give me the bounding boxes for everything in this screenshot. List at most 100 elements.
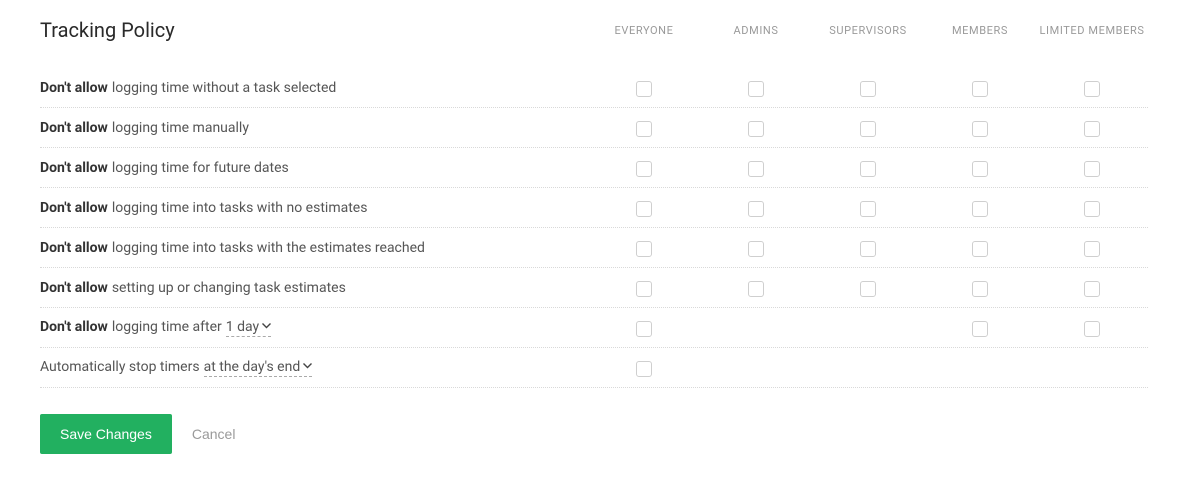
rule-prefix: Don't allow <box>40 80 108 96</box>
checkbox[interactable] <box>636 121 652 137</box>
checkbox-cell <box>588 118 700 137</box>
checkbox-cell <box>588 158 700 177</box>
checkbox[interactable] <box>972 161 988 177</box>
checkbox-cell <box>812 278 924 297</box>
save-button[interactable]: Save Changes <box>40 414 172 454</box>
rule-prefix: Don't allow <box>40 120 108 136</box>
checkbox-cell <box>588 238 700 257</box>
checkbox-cell <box>924 158 1036 177</box>
checkbox[interactable] <box>636 281 652 297</box>
checkbox-cell <box>812 158 924 177</box>
checkbox-cell <box>700 238 812 257</box>
checkbox[interactable] <box>860 121 876 137</box>
rule-select-value: at the day's end <box>204 359 301 375</box>
checkbox-cell <box>1036 278 1148 297</box>
rule-text: logging time into tasks with no estimate… <box>112 200 368 216</box>
rule-prefix: Don't allow <box>40 200 108 216</box>
checkbox[interactable] <box>748 201 764 217</box>
checkbox[interactable] <box>860 241 876 257</box>
checkbox-cell <box>1036 238 1148 257</box>
checkbox[interactable] <box>1084 241 1100 257</box>
column-header-everyone: EVERYONE <box>588 24 700 37</box>
checkbox[interactable] <box>636 241 652 257</box>
checkbox[interactable] <box>972 241 988 257</box>
checkbox[interactable] <box>636 161 652 177</box>
rule-label: Don't allowlogging time manually <box>40 120 588 136</box>
checkbox[interactable] <box>1084 121 1100 137</box>
checkbox-cell <box>1036 78 1148 97</box>
checkbox[interactable] <box>972 121 988 137</box>
checkbox[interactable] <box>748 241 764 257</box>
checkbox[interactable] <box>860 81 876 97</box>
rule-text: logging time into tasks with the estimat… <box>112 240 425 256</box>
rule-text: logging time after <box>112 319 222 335</box>
rule-row: Don't allowlogging time without a task s… <box>40 68 1148 108</box>
rule-row: Don't allowlogging time into tasks with … <box>40 188 1148 228</box>
checkbox[interactable] <box>1084 321 1100 337</box>
checkbox[interactable] <box>636 201 652 217</box>
checkbox[interactable] <box>748 81 764 97</box>
checkbox[interactable] <box>972 81 988 97</box>
rule-text: logging time manually <box>112 120 249 136</box>
checkbox[interactable] <box>972 321 988 337</box>
rule-select[interactable]: at the day's end <box>204 359 313 377</box>
rule-prefix: Don't allow <box>40 319 108 335</box>
checkbox-cell <box>588 78 700 97</box>
checkbox[interactable] <box>860 161 876 177</box>
rule-row: Don't allowlogging time manually <box>40 108 1148 148</box>
checkbox-cell <box>924 118 1036 137</box>
rule-label: Don't allowlogging time into tasks with … <box>40 200 588 216</box>
checkbox[interactable] <box>1084 161 1100 177</box>
checkbox-cell <box>700 278 812 297</box>
checkbox-cell <box>700 198 812 217</box>
rule-row: Don't allowsetting up or changing task e… <box>40 268 1148 308</box>
checkbox-cell <box>588 318 700 337</box>
column-header-members: MEMBERS <box>924 24 1036 37</box>
checkbox[interactable] <box>636 321 652 337</box>
rule-label: Don't allowsetting up or changing task e… <box>40 280 588 296</box>
checkbox-cell <box>924 318 1036 337</box>
checkbox-cell <box>700 118 812 137</box>
checkbox-cell <box>1036 158 1148 177</box>
rule-label: Automatically stop timersat the day's en… <box>40 359 588 377</box>
checkbox-cell <box>700 78 812 97</box>
rule-row: Automatically stop timersat the day's en… <box>40 348 1148 388</box>
checkbox[interactable] <box>1084 201 1100 217</box>
checkbox-cell <box>812 238 924 257</box>
rule-label: Don't allowlogging time after1 day <box>40 319 588 337</box>
rule-prefix: Don't allow <box>40 160 108 176</box>
checkbox-cell <box>1036 118 1148 137</box>
rule-row: Don't allowlogging time after1 day <box>40 308 1148 348</box>
checkbox[interactable] <box>1084 281 1100 297</box>
rule-row: Don't allowlogging time for future dates <box>40 148 1148 188</box>
checkbox[interactable] <box>636 81 652 97</box>
checkbox[interactable] <box>748 121 764 137</box>
cancel-button[interactable]: Cancel <box>192 426 236 442</box>
page-title: Tracking Policy <box>40 18 195 42</box>
rule-label: Don't allowlogging time into tasks with … <box>40 240 588 256</box>
checkbox-cell <box>924 278 1036 297</box>
rule-text: logging time for future dates <box>112 160 289 176</box>
checkbox[interactable] <box>860 281 876 297</box>
checkbox-cell <box>924 198 1036 217</box>
chevron-down-icon <box>303 361 312 372</box>
chevron-down-icon <box>262 321 271 332</box>
rule-text: setting up or changing task estimates <box>112 280 346 296</box>
checkbox-cell <box>812 198 924 217</box>
checkbox-cell <box>812 78 924 97</box>
checkbox[interactable] <box>860 201 876 217</box>
checkbox[interactable] <box>748 161 764 177</box>
rule-prefix: Don't allow <box>40 280 108 296</box>
rule-text: logging time without a task selected <box>112 80 337 96</box>
checkbox-cell <box>588 278 700 297</box>
checkbox[interactable] <box>972 201 988 217</box>
checkbox-cell <box>588 198 700 217</box>
rule-select[interactable]: 1 day <box>226 319 271 337</box>
checkbox-cell <box>812 118 924 137</box>
checkbox[interactable] <box>636 361 652 377</box>
column-header-admins: ADMINS <box>700 24 812 37</box>
checkbox[interactable] <box>972 281 988 297</box>
checkbox[interactable] <box>1084 81 1100 97</box>
checkbox[interactable] <box>748 281 764 297</box>
checkbox-cell <box>700 158 812 177</box>
